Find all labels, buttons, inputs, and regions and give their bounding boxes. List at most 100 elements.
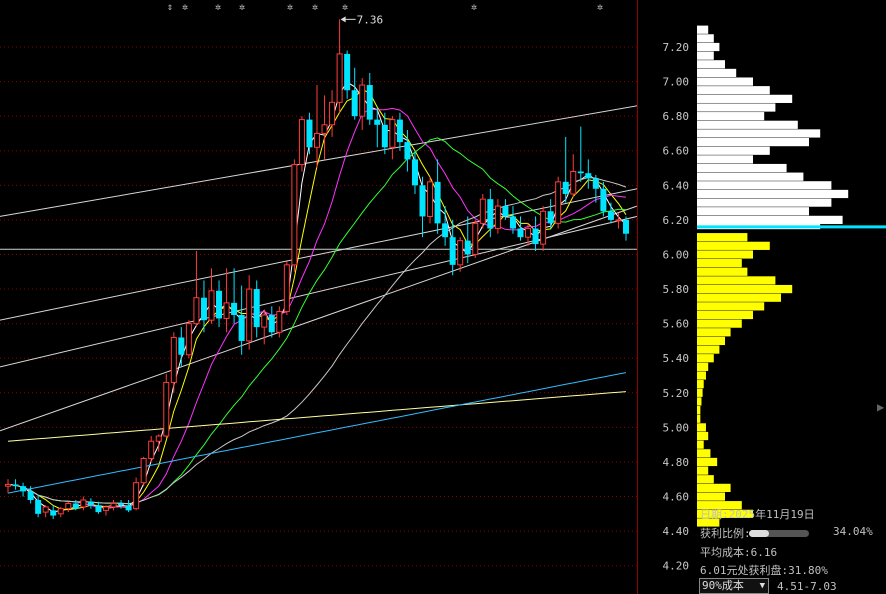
cost-bar-profit <box>697 120 798 129</box>
cost-bar-loss <box>697 388 703 397</box>
candle-body <box>133 482 140 510</box>
candle-body <box>479 198 486 224</box>
candle-body <box>27 491 34 500</box>
cost-bar-profit <box>697 60 725 69</box>
cost-bar-loss <box>697 380 704 389</box>
candle-body <box>268 314 275 333</box>
cost-bar-loss <box>697 457 718 467</box>
cost-bar-profit <box>697 25 709 34</box>
cost-bar-loss <box>697 483 731 493</box>
price-axis: 7.20 7.00 6.80 6.60 6.40 6.20 6.00 5.80 5.60 5.40… <box>663 41 690 573</box>
candle-body <box>577 171 584 174</box>
cost-bar-loss <box>697 302 765 311</box>
candle-body <box>374 119 381 125</box>
cost-bar-loss <box>697 492 725 501</box>
grid-lines <box>0 46 637 567</box>
candle-body <box>404 142 411 160</box>
candle-body <box>615 219 622 222</box>
avg-cost-value: 6.16 <box>750 546 778 559</box>
event-marker-icon: ✲ <box>239 2 245 13</box>
candle-body <box>434 181 441 224</box>
candle-body <box>547 211 554 224</box>
cost-bar-profit <box>697 172 804 181</box>
price-tick-label: 5.80 <box>663 283 690 296</box>
cost-bar-profit <box>697 103 776 112</box>
candle-body <box>442 223 449 238</box>
cost-bar-loss <box>697 319 742 328</box>
candle-body <box>50 510 57 516</box>
annotations: 7.36 <box>340 13 383 26</box>
candle-body <box>20 486 27 492</box>
candle-body <box>411 159 418 186</box>
candle-body <box>72 503 79 509</box>
avg-cost-label: 平均成本: <box>700 546 751 559</box>
cost-bar-loss <box>697 336 725 346</box>
candle-body <box>298 119 305 166</box>
candle-body <box>155 435 162 442</box>
candle-body <box>457 240 464 266</box>
profit-ratio-label: 获利比例: <box>700 527 751 540</box>
cost-bar-profit <box>697 155 753 164</box>
price-tick-label: 4.20 <box>663 560 690 573</box>
cost-bar-loss <box>697 431 709 441</box>
candle-body <box>494 205 501 230</box>
expand-arrow-icon[interactable]: ▶ <box>877 400 885 416</box>
price-tick-label: 7.20 <box>663 41 690 54</box>
price-tick-label: 5.00 <box>663 421 690 434</box>
candle-body <box>487 199 494 229</box>
price-tick-label: 4.60 <box>663 491 690 504</box>
candle-body <box>600 188 607 212</box>
candle-body <box>148 440 155 460</box>
candlesticks <box>5 19 629 520</box>
cost-bar-profit <box>697 137 809 147</box>
date-label: 日期: <box>700 508 729 521</box>
candle-body <box>329 101 336 126</box>
price-tick-label: 7.00 <box>663 76 690 89</box>
candle-body <box>35 499 42 514</box>
candle-body <box>502 206 509 217</box>
candle-body <box>351 90 358 117</box>
cost-bar-profit <box>697 77 753 86</box>
price-tick-label: 5.60 <box>663 318 690 331</box>
candle-body <box>532 228 539 245</box>
event-markers: ⇕ ✲ ✲ ✲ ✲ ✲ ✲ ✲ ✲ <box>167 2 603 13</box>
candle-body <box>291 164 298 266</box>
candle-body <box>381 124 388 148</box>
cost-bar-loss <box>697 267 748 276</box>
high-arrow-head <box>340 16 346 23</box>
candle-body <box>555 181 562 224</box>
cost-percent-select-value: 90%成本 <box>702 579 744 592</box>
price-tick-label: 6.20 <box>663 214 690 227</box>
cost-bar-profit <box>697 163 787 173</box>
cost-bar-loss <box>697 284 793 294</box>
candle-body <box>140 458 147 484</box>
candle-body <box>464 240 471 255</box>
profit-at-row: 6.01元处获利盘:31.80% <box>700 562 828 578</box>
candle-body <box>178 337 185 355</box>
price-tick-label: 5.20 <box>663 387 690 400</box>
profit-at-value: 31.80% <box>788 564 828 577</box>
candle-body <box>238 314 245 341</box>
candle-body <box>396 119 403 143</box>
cost-bar-profit <box>697 68 737 78</box>
candle-body <box>12 484 19 487</box>
cost-bar-profit <box>697 207 809 216</box>
cost-percent-select[interactable]: 90%成本 ▼ <box>699 578 769 594</box>
event-marker-icon: ⇕ <box>167 2 173 13</box>
candle-body <box>110 502 117 508</box>
cost-bar-loss <box>697 345 720 354</box>
candle-body <box>366 85 373 120</box>
candle-body <box>389 119 396 148</box>
profit-ratio-bar-fill <box>749 530 770 537</box>
candle-body <box>102 506 109 511</box>
cost-bar-loss <box>697 449 711 458</box>
event-marker-icon: ✲ <box>471 2 477 13</box>
cost-bar-loss <box>697 414 701 423</box>
price-tick-label: 4.80 <box>663 456 690 469</box>
candle-body <box>216 290 223 319</box>
cost-bar-loss <box>697 310 753 320</box>
event-marker-icon: ✲ <box>312 2 318 13</box>
candle-body <box>283 264 290 313</box>
candle-body <box>525 228 532 238</box>
candle-body <box>607 211 614 220</box>
